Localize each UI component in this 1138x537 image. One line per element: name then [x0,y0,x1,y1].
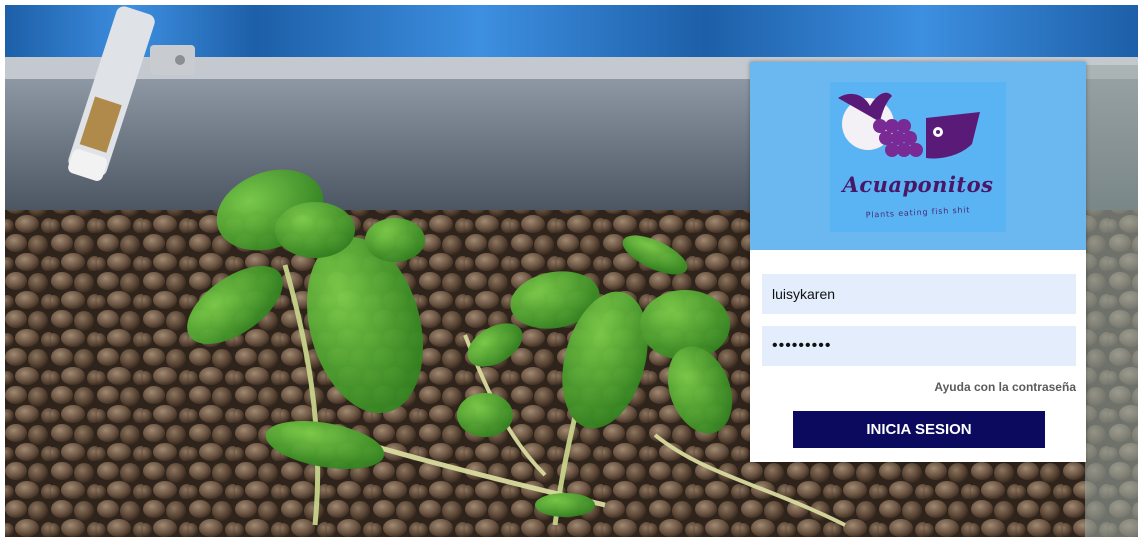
logo-name: Acuaponitos [842,172,994,197]
username-input[interactable]: luisykaren [762,274,1076,314]
password-input[interactable]: ••••••••• [762,326,1076,366]
card-header: Acuaponitos Plants eating fish shit [750,62,1086,250]
password-help-link[interactable]: Ayuda con la contraseña [934,380,1076,394]
app-window: Acuaponitos Plants eating fish shit luis… [5,5,1138,537]
brand-logo: Acuaponitos Plants eating fish shit [830,82,1006,232]
login-button[interactable]: INICIA SESION [793,411,1045,448]
login-card: Acuaponitos Plants eating fish shit luis… [750,62,1086,462]
